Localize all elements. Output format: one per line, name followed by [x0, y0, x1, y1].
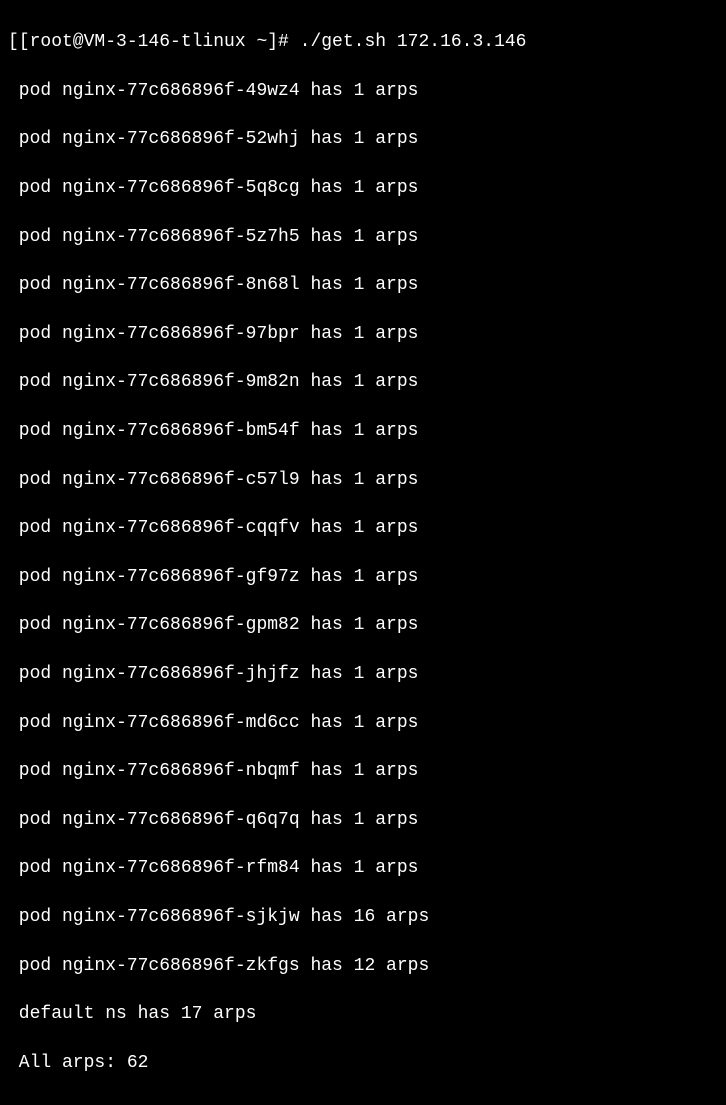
output-line: pod nginx-77c686896f-52whj has 1 arps [8, 127, 718, 151]
output-line: pod nginx-77c686896f-jhjfz has 1 arps [8, 662, 718, 686]
total-arps-line: All arps: 62 [8, 1051, 718, 1075]
output-line: pod nginx-77c686896f-49wz4 has 1 arps [8, 79, 718, 103]
terminal-output: [[root@VM-3-146-tlinux ~]# ./get.sh 172.… [0, 0, 726, 1105]
output-line: pod nginx-77c686896f-sjkjw has 16 arps [8, 905, 718, 929]
output-line: pod nginx-77c686896f-97bpr has 1 arps [8, 322, 718, 346]
output-line: pod nginx-77c686896f-q6q7q has 1 arps [8, 808, 718, 832]
output-line: pod nginx-77c686896f-gf97z has 1 arps [8, 565, 718, 589]
output-line: pod nginx-77c686896f-cqqfv has 1 arps [8, 516, 718, 540]
output-line: pod nginx-77c686896f-8n68l has 1 arps [8, 273, 718, 297]
output-line: pod nginx-77c686896f-bm54f has 1 arps [8, 419, 718, 443]
output-line: pod nginx-77c686896f-c57l9 has 1 arps [8, 468, 718, 492]
output-line: pod nginx-77c686896f-zkfgs has 12 arps [8, 954, 718, 978]
output-line: pod nginx-77c686896f-5z7h5 has 1 arps [8, 225, 718, 249]
command-prompt-line: [[root@VM-3-146-tlinux ~]# ./get.sh 172.… [8, 30, 718, 54]
namespace-summary-line: default ns has 17 arps [8, 1002, 718, 1026]
output-line: pod nginx-77c686896f-rfm84 has 1 arps [8, 856, 718, 880]
output-line: pod nginx-77c686896f-9m82n has 1 arps [8, 370, 718, 394]
output-line: pod nginx-77c686896f-5q8cg has 1 arps [8, 176, 718, 200]
output-line: pod nginx-77c686896f-nbqmf has 1 arps [8, 759, 718, 783]
output-line: pod nginx-77c686896f-md6cc has 1 arps [8, 711, 718, 735]
